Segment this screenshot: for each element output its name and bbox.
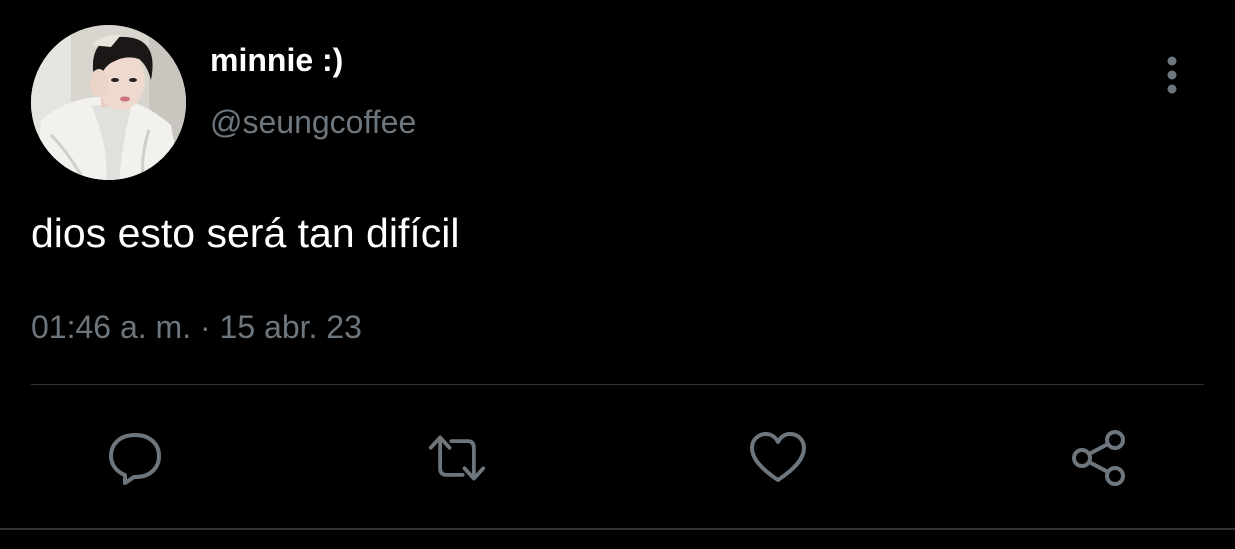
author-display-name[interactable]: minnie :)	[210, 42, 343, 79]
tweet-detail: minnie :) @seungcoffee dios esto será ta…	[0, 0, 1235, 549]
tweet-text: dios esto será tan difícil	[31, 210, 460, 256]
reply-button[interactable]	[105, 428, 165, 488]
share-button[interactable]	[1070, 428, 1130, 488]
retweet-button[interactable]	[427, 428, 487, 488]
like-button[interactable]	[748, 428, 808, 488]
profile-photo-icon	[31, 25, 186, 180]
divider	[31, 384, 1204, 385]
more-options-button[interactable]	[1150, 52, 1194, 98]
bottom-divider	[0, 528, 1235, 530]
vertical-dots-icon	[1167, 56, 1177, 94]
heart-icon	[750, 432, 806, 482]
avatar[interactable]	[31, 25, 186, 180]
share-nodes-icon	[1072, 430, 1125, 486]
author-handle[interactable]: @seungcoffee	[210, 104, 416, 141]
retweet-arrows-icon	[428, 435, 486, 481]
speech-bubble-icon	[109, 433, 161, 485]
tweet-timestamp[interactable]: 01:46 a. m. · 15 abr. 23	[31, 309, 362, 346]
